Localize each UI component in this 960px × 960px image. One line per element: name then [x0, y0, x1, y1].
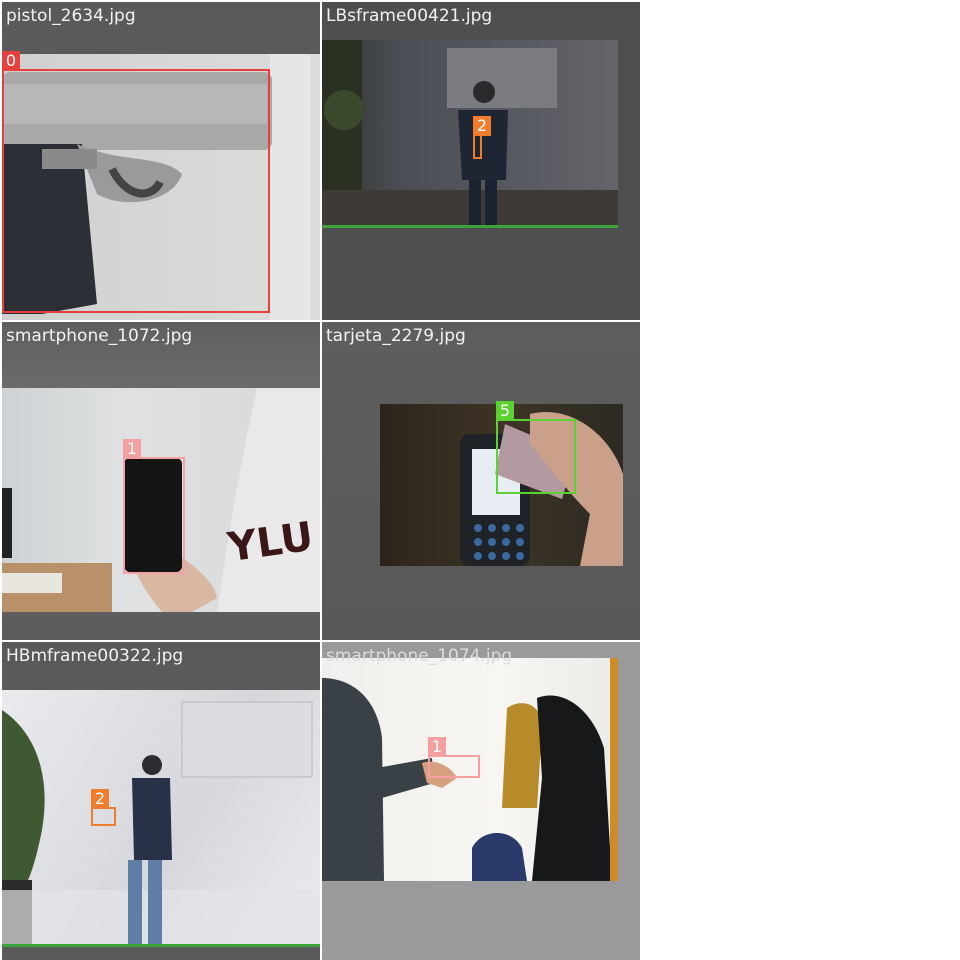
bounding-box: 5 — [496, 401, 576, 494]
tile-filename: smartphone_1074.jpg — [326, 646, 513, 666]
bounding-box: 1 — [428, 737, 480, 778]
bounding-box: 2 — [91, 789, 116, 826]
bounding-box: 1 — [123, 439, 185, 574]
mosaic-tile-smartphone-1072: YLU smartphone_1072.jpg 1 — [2, 322, 320, 640]
mosaic-tile-smartphone-1074: smartphone_1074.jpg 1 — [322, 642, 640, 960]
tile-image — [2, 690, 320, 946]
bounding-box: 2 — [473, 116, 491, 159]
class-id-tag: 2 — [91, 789, 109, 809]
tile-filename: pistol_2634.jpg — [6, 6, 136, 26]
class-id-tag: 2 — [473, 116, 491, 136]
class-id-tag: 5 — [496, 401, 514, 421]
tile-filename: smartphone_1072.jpg — [6, 326, 193, 346]
tile-filename: tarjeta_2279.jpg — [326, 326, 466, 346]
tile-image — [322, 40, 618, 226]
mosaic-tile-hbmframe: HBmframe00322.jpg 2 — [2, 642, 320, 960]
image-edge-line — [2, 944, 320, 947]
mosaic-tile-lbsframe: LBsframe00421.jpg 2 — [322, 2, 640, 320]
class-id-tag: 0 — [2, 51, 20, 71]
image-edge-line — [322, 225, 618, 228]
scene-illustration — [2, 701, 320, 946]
mosaic-tile-pistol: pistol_2634.jpg 0 — [2, 2, 320, 320]
class-id-tag: 1 — [123, 439, 141, 459]
bounding-box: 0 — [2, 51, 270, 313]
class-id-tag: 1 — [428, 737, 446, 757]
scene-illustration — [322, 40, 618, 226]
tile-filename: HBmframe00322.jpg — [6, 646, 184, 666]
mosaic-tile-tarjeta: tarjeta_2279.jpg 5 — [322, 322, 640, 640]
tile-filename: LBsframe00421.jpg — [326, 6, 493, 26]
